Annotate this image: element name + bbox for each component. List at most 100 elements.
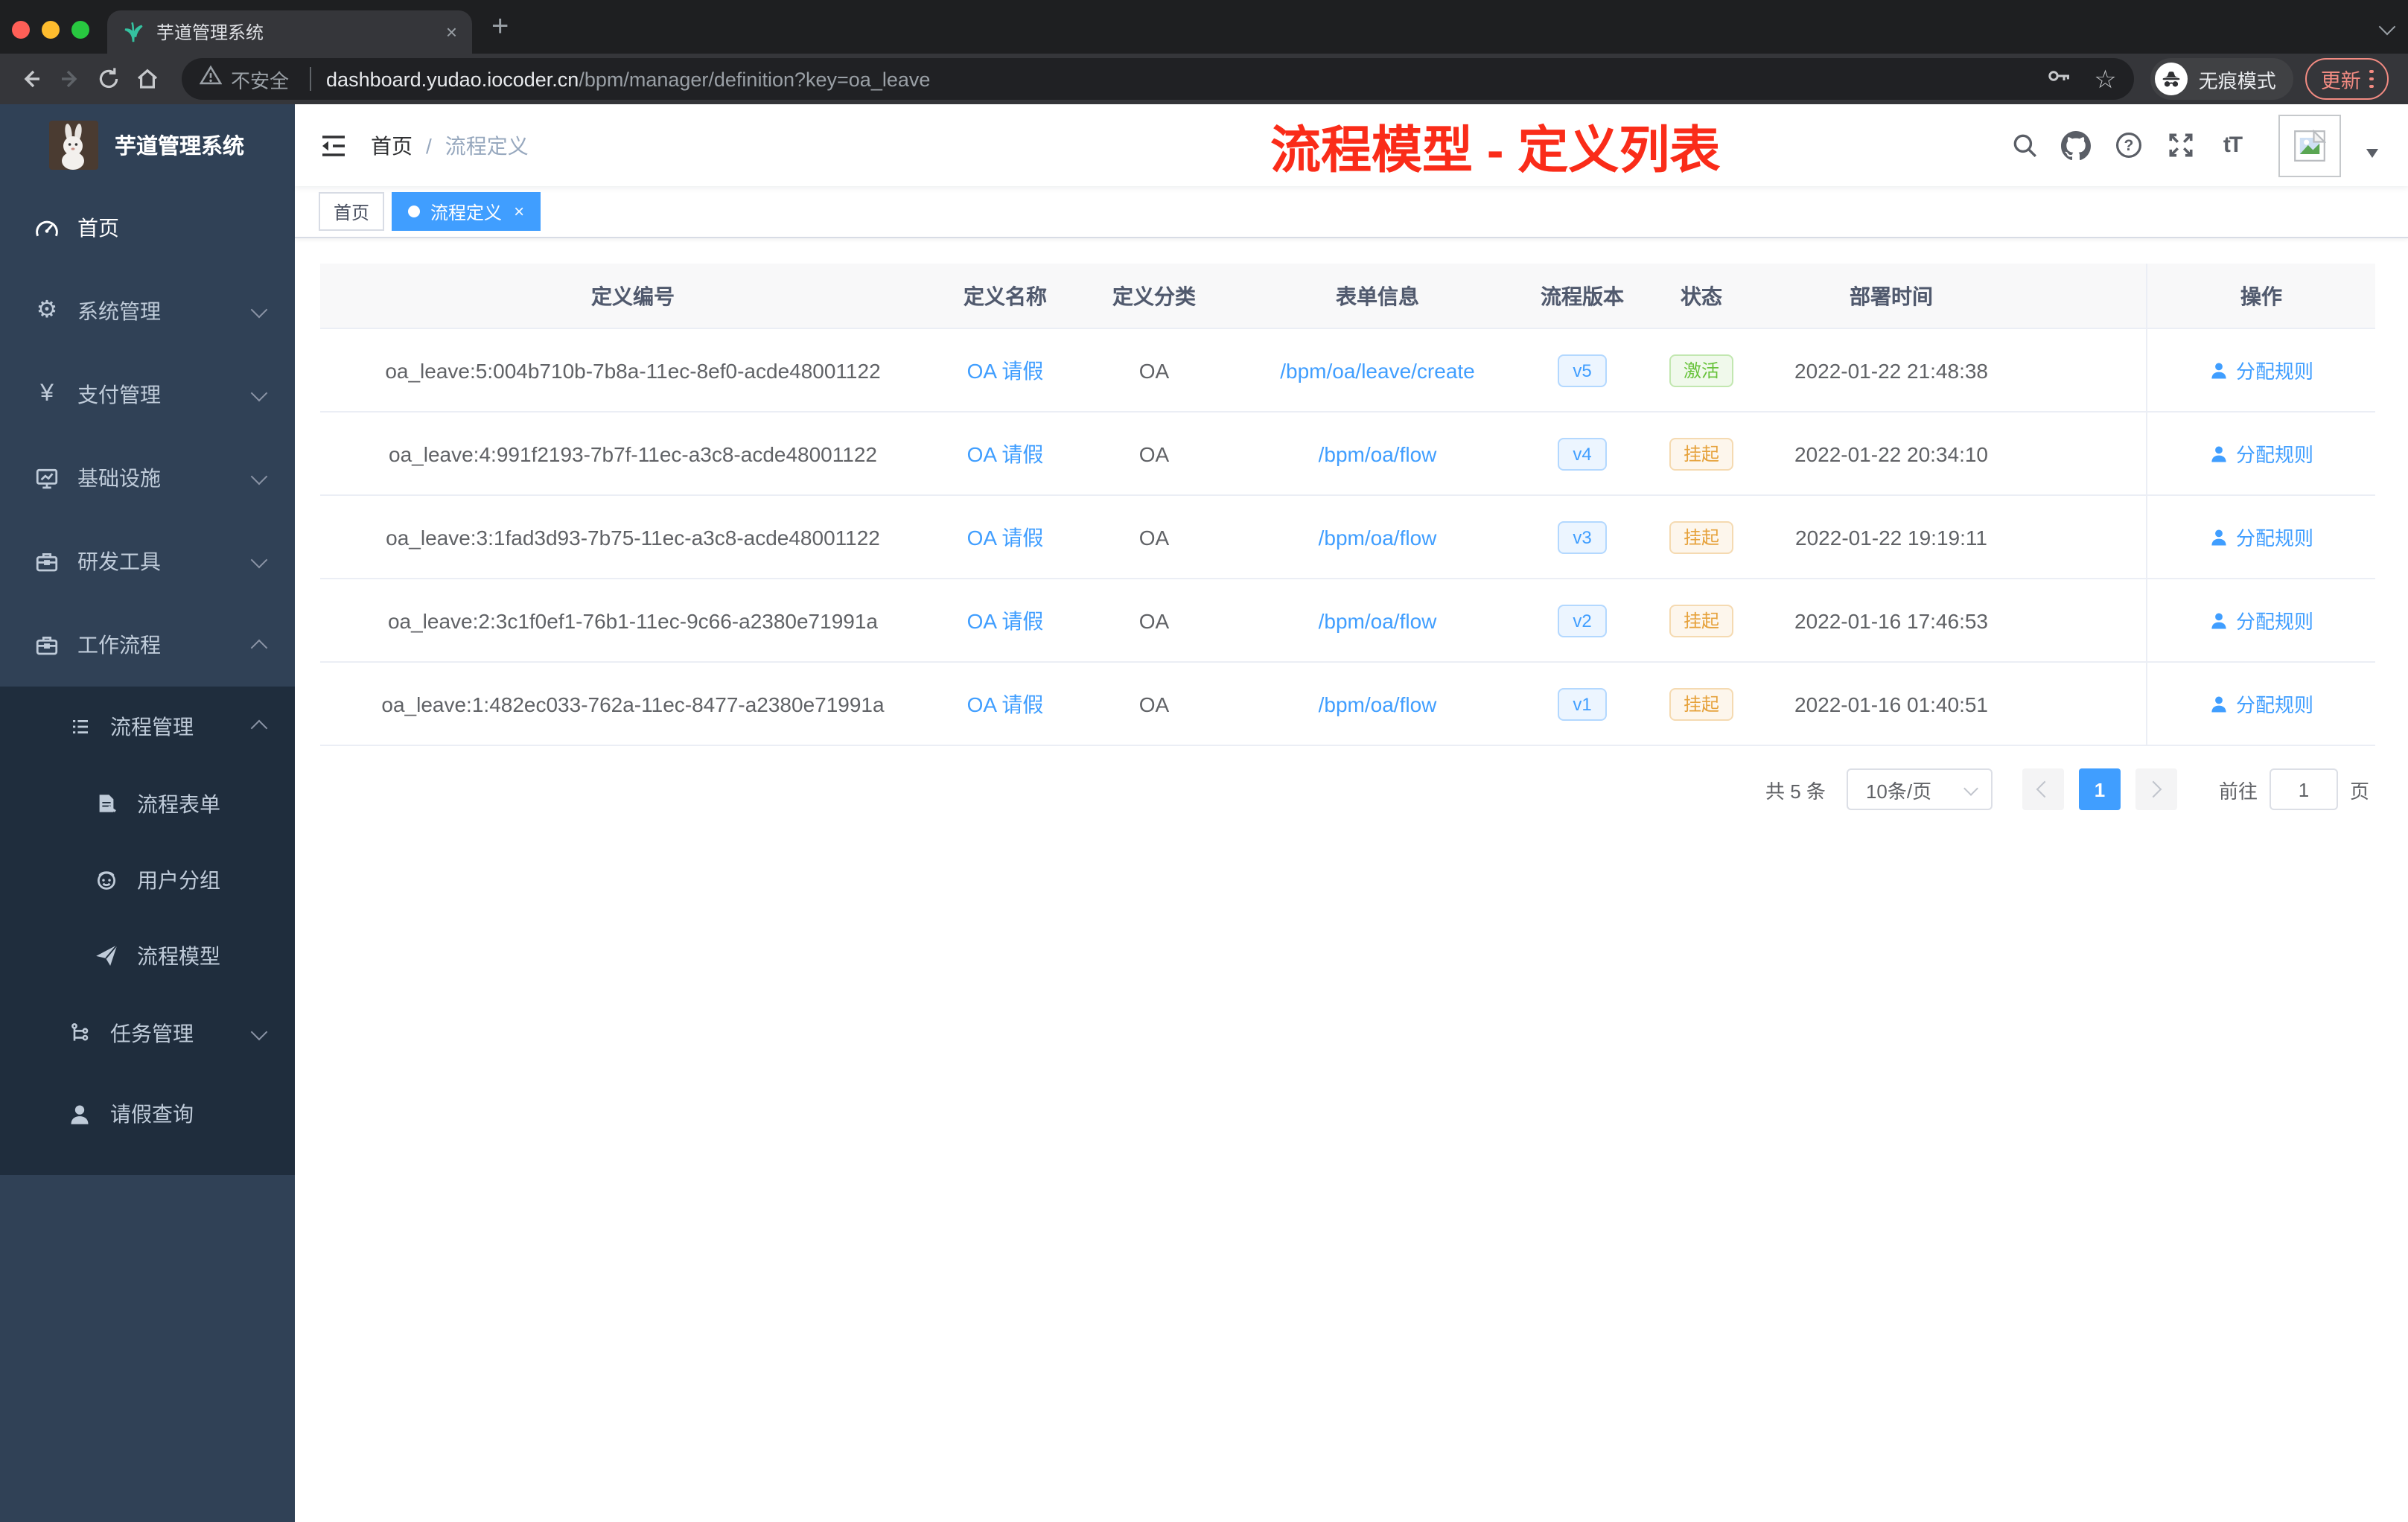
forward-icon[interactable] [57, 66, 83, 92]
window-close-button[interactable] [12, 21, 30, 39]
definition-name-link[interactable]: OA 请假 [946, 689, 1065, 719]
col-header-deploy-time: 部署时间 [1850, 284, 1933, 308]
form-info-link[interactable]: /bpm/oa/leave/create [1243, 358, 1512, 382]
sidebar-item-label: 基础设施 [77, 466, 161, 490]
form-info-link[interactable]: /bpm/oa/flow [1243, 525, 1512, 549]
form-info-link[interactable]: /bpm/oa/flow [1243, 692, 1512, 716]
breadcrumb-current: 流程定义 [445, 133, 529, 157]
sidebar-item-payment[interactable]: ¥ 支付管理 [0, 353, 295, 436]
security-label[interactable]: 不安全 [231, 65, 289, 93]
breadcrumb-separator: / [426, 133, 432, 157]
sidebar-item-system[interactable]: ⚙ 系统管理 [0, 270, 295, 353]
user-icon [2212, 695, 2227, 712]
status-badge-cell: 挂起 [1653, 687, 1750, 720]
assign-rule-link[interactable]: 分配规则 [2209, 356, 2313, 384]
definition-name-link[interactable]: OA 请假 [946, 355, 1065, 385]
toolbox-icon [33, 549, 61, 574]
form-info-link[interactable]: /bpm/oa/flow [1243, 442, 1512, 465]
process-version-badge-cell: v4 [1512, 437, 1653, 470]
status-badge-cell: 挂起 [1653, 520, 1750, 553]
incognito-icon [2155, 63, 2188, 95]
tab-close-icon[interactable]: × [446, 21, 457, 43]
status-badge-cell: 激活 [1653, 354, 1750, 386]
form-info-link[interactable]: /bpm/oa/flow [1243, 608, 1512, 632]
definition-name-link[interactable]: OA 请假 [946, 605, 1065, 635]
task-tree-icon [66, 1022, 94, 1045]
page-size-select[interactable]: 10条/页 [1846, 768, 1993, 810]
monitor-icon [33, 465, 61, 491]
definition-name-link[interactable]: OA 请假 [946, 439, 1065, 468]
browser-tab-bar: 芋道管理系统 × + [0, 0, 2408, 54]
window-zoom-button[interactable] [71, 21, 89, 39]
url-domain: dashboard.yudao.iocoder.cn [326, 68, 579, 90]
definition-category-cell: OA [1138, 525, 1170, 549]
definition-id-cell: oa_leave:2:3c1f0ef1-76b1-11ec-9c66-a2380… [387, 608, 878, 632]
password-key-icon[interactable] [2046, 62, 2073, 96]
definition-id-cell: oa_leave:3:1fad3d93-7b75-11ec-a3c8-acde4… [386, 525, 880, 549]
avatar[interactable] [2278, 114, 2341, 176]
sidebar-item-workflow[interactable]: 工作流程 [0, 603, 295, 687]
tab-search-chevron-icon[interactable] [2378, 18, 2396, 36]
tag-process-definition[interactable]: 流程定义 × [392, 192, 541, 231]
address-bar[interactable]: 不安全 dashboard.yudao.iocoder.cn /bpm/mana… [182, 58, 2135, 100]
tag-close-icon[interactable]: × [514, 201, 524, 222]
actions-cell: 分配规则 [2146, 579, 2375, 661]
assign-rule-link[interactable]: 分配规则 [2209, 690, 2313, 718]
sidebar-item-label: 首页 [77, 216, 119, 240]
sidebar-item-leave-query[interactable]: 请假查询 [0, 1074, 295, 1154]
sidebar-collapse-icon[interactable] [317, 129, 350, 162]
active-tag-dot [408, 206, 421, 217]
home-icon[interactable] [134, 66, 161, 92]
avatar-caret-down-icon[interactable] [2366, 148, 2378, 157]
search-icon[interactable] [2009, 130, 2039, 160]
font-size-icon[interactable]: tT [2217, 130, 2247, 160]
back-icon[interactable] [18, 66, 45, 92]
omnibox-divider [310, 67, 312, 91]
window-minimize-button[interactable] [42, 21, 60, 39]
fullscreen-icon[interactable] [2165, 130, 2195, 160]
sidebar-item-process-model[interactable]: 流程模型 [0, 917, 295, 993]
browser-tab[interactable]: 芋道管理系统 × [107, 10, 472, 54]
actions-cell: 分配规则 [2146, 413, 2375, 494]
not-secure-warning-icon [199, 64, 223, 94]
sidebar-item-dev-tools[interactable]: 研发工具 [0, 520, 295, 603]
tag-home[interactable]: 首页 [319, 192, 385, 231]
assign-rule-link[interactable]: 分配规则 [2209, 439, 2313, 468]
assign-rule-link[interactable]: 分配规则 [2209, 606, 2313, 634]
assign-rule-link[interactable]: 分配规则 [2209, 523, 2313, 551]
reload-icon[interactable] [95, 66, 122, 92]
next-page-button[interactable] [2135, 768, 2177, 810]
app-navbar: 首页 / 流程定义 流程模型 - 定义列表 ? tT [295, 104, 2408, 186]
pagination: 共 5 条 10条/页 1 前往 页 [1765, 768, 2369, 810]
github-icon[interactable] [2061, 130, 2091, 160]
chevron-down-icon [250, 467, 268, 485]
definition-name-link[interactable]: OA 请假 [946, 522, 1065, 552]
breadcrumb-home[interactable]: 首页 [371, 130, 413, 160]
screen: 芋道管理系统 × + 不安全 dashboard.yudao.iocoder.c… [0, 0, 2408, 1522]
help-icon[interactable]: ? [2113, 130, 2143, 160]
goto-page-input[interactable] [2269, 768, 2338, 810]
sidebar-item-infrastructure[interactable]: 基础设施 [0, 436, 295, 520]
table-row: oa_leave:5:004b710b-7b8a-11ec-8ef0-acde4… [320, 329, 2375, 413]
bookmark-star-icon[interactable]: ☆ [2094, 66, 2117, 92]
user-icon [2212, 362, 2227, 378]
col-header-process-version: 流程版本 [1541, 284, 1624, 308]
sidebar-item-process-management[interactable]: 流程管理 [0, 687, 295, 765]
select-caret-down-icon [1963, 781, 1978, 796]
process-version-badge-cell: v5 [1512, 354, 1653, 386]
sidebar-item-process-form[interactable]: 流程表单 [0, 765, 295, 841]
sidebar-item-home[interactable]: 首页 [0, 186, 295, 270]
sidebar-item-label: 工作流程 [77, 633, 161, 657]
deploy-time-cell: 2022-01-22 20:34:10 [1794, 442, 1988, 465]
browser-update-button[interactable]: 更新 [2305, 58, 2389, 100]
prev-page-button[interactable] [2022, 768, 2064, 810]
sidebar-item-user-group[interactable]: 用户分组 [0, 841, 295, 917]
current-page-button[interactable]: 1 [2078, 768, 2121, 810]
col-header-definition-id: 定义编号 [591, 284, 675, 308]
actions-cell: 分配规则 [2146, 663, 2375, 745]
sidebar-item-label: 流程表单 [137, 792, 220, 815]
browser-menu-icon[interactable] [2369, 69, 2374, 89]
incognito-label: 无痕模式 [2198, 69, 2276, 92]
sidebar-item-task-management[interactable]: 任务管理 [0, 993, 295, 1074]
new-tab-button[interactable]: + [491, 7, 509, 46]
